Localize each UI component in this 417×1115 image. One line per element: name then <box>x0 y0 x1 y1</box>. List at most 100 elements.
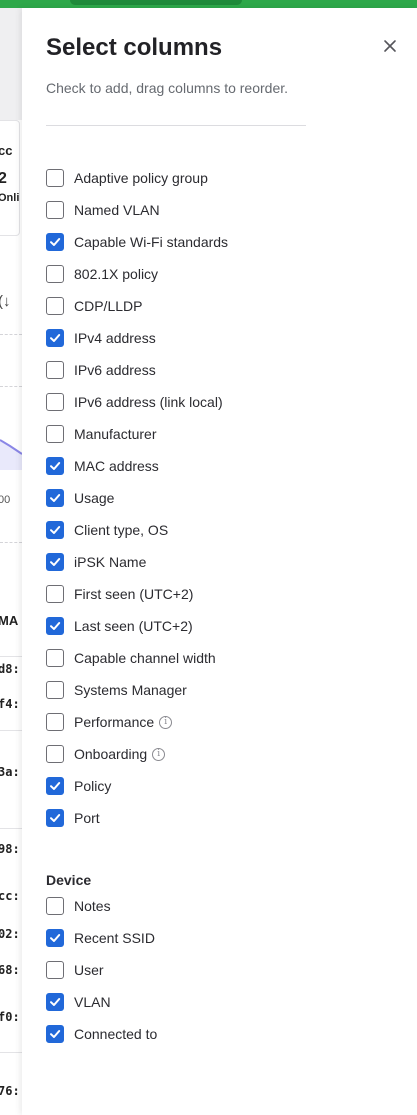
background-header-panel <box>0 8 22 120</box>
checkbox[interactable] <box>46 617 64 635</box>
checkbox[interactable] <box>46 169 64 187</box>
checkbox[interactable] <box>46 425 64 443</box>
column-option-policy[interactable]: Policy <box>46 775 111 797</box>
checkbox[interactable] <box>46 897 64 915</box>
checkbox[interactable] <box>46 1025 64 1043</box>
checkbox[interactable] <box>46 393 64 411</box>
background-table-border <box>0 730 22 731</box>
option-label: VLAN <box>74 994 111 1010</box>
checkbox[interactable] <box>46 553 64 571</box>
background-table-border <box>0 828 22 829</box>
option-label: Recent SSID <box>74 930 155 946</box>
option-label: Port <box>74 810 100 826</box>
column-option-adaptive-policy-group[interactable]: Adaptive policy group <box>46 167 208 189</box>
checkmark-icon <box>50 494 61 502</box>
background-gridline <box>0 334 22 335</box>
column-option-ipv6-address[interactable]: IPv6 address <box>46 359 156 381</box>
option-label: First seen (UTC+2) <box>74 586 194 602</box>
option-label: 802.1X policy <box>74 266 159 282</box>
checkbox[interactable] <box>46 809 64 827</box>
checkmark-icon <box>50 238 61 246</box>
checkbox[interactable] <box>46 929 64 947</box>
column-option-usage[interactable]: Usage <box>46 487 114 509</box>
background-table-border <box>0 656 22 657</box>
column-option-named-vlan[interactable]: Named VLAN <box>46 199 160 221</box>
checkbox[interactable] <box>46 457 64 475</box>
column-option-port[interactable]: Port <box>46 807 100 829</box>
info-icon[interactable]: i <box>159 715 173 729</box>
option-label: IPv6 address (link local) <box>74 394 223 410</box>
option-label: Capable channel width <box>74 650 216 666</box>
option-label: Systems Manager <box>74 682 187 698</box>
checkbox[interactable] <box>46 961 64 979</box>
checkbox[interactable] <box>46 993 64 1011</box>
column-option-systems-manager[interactable]: Systems Manager <box>46 679 187 701</box>
top-status-bar <box>0 0 417 8</box>
column-option-first-seen-utc-2[interactable]: First seen (UTC+2) <box>46 583 193 605</box>
background-text-fragment: 00 <box>0 494 11 506</box>
select-columns-drawer: Select columns Check to add, drag column… <box>22 8 417 1115</box>
column-option-ipv4-address[interactable]: IPv4 address <box>46 327 156 349</box>
option-label: User <box>74 962 104 978</box>
column-option-recent-ssid[interactable]: Recent SSID <box>46 927 155 949</box>
drawer-subtitle: Check to add, drag columns to reorder. <box>46 80 289 96</box>
option-label: MAC address <box>74 458 159 474</box>
option-label: Capable Wi-Fi standards <box>74 234 229 250</box>
checkmark-icon <box>50 934 61 942</box>
checkmark-icon <box>50 814 61 822</box>
background-text-fragment: MA <box>0 613 19 628</box>
background-text-fragment: Onli <box>0 192 20 204</box>
close-button[interactable] <box>382 38 398 54</box>
checkbox[interactable] <box>46 297 64 315</box>
checkbox[interactable] <box>46 201 64 219</box>
checkbox[interactable] <box>46 265 64 283</box>
checkbox[interactable] <box>46 713 64 731</box>
checkbox[interactable] <box>46 361 64 379</box>
column-option-notes[interactable]: Notes <box>46 895 111 917</box>
column-option-onboarding[interactable]: Onboarding i <box>46 743 166 765</box>
column-option-cdp-lldp[interactable]: CDP/LLDP <box>46 295 142 317</box>
column-option-client-type-os[interactable]: Client type, OS <box>46 519 168 541</box>
background-text-fragment: 02: <box>0 927 20 941</box>
column-option-last-seen-utc-2[interactable]: Last seen (UTC+2) <box>46 615 193 637</box>
info-icon[interactable]: i <box>152 747 166 761</box>
background-text-fragment: 3a: <box>0 765 20 779</box>
checkbox[interactable] <box>46 329 64 347</box>
checkmark-icon <box>50 462 61 470</box>
column-option-802-1x-policy[interactable]: 802.1X policy <box>46 263 158 285</box>
background-text-fragment: 2 <box>0 170 7 187</box>
checkbox[interactable] <box>46 521 64 539</box>
option-label: Named VLAN <box>74 202 160 218</box>
background-gridline <box>0 386 22 387</box>
column-option-capable-channel-width[interactable]: Capable channel width <box>46 647 216 669</box>
column-option-ipv6-address-link-local[interactable]: IPv6 address (link local) <box>46 391 223 413</box>
column-option-user[interactable]: User <box>46 959 104 981</box>
column-option-connected-to[interactable]: Connected to <box>46 1023 157 1045</box>
background-text-fragment: 68: <box>0 963 20 977</box>
checkbox[interactable] <box>46 745 64 763</box>
option-label: Onboarding <box>74 746 148 762</box>
option-label: Notes <box>74 898 111 914</box>
background-text-fragment: d8: <box>0 662 20 676</box>
checkmark-icon <box>50 1030 61 1038</box>
checkbox[interactable] <box>46 585 64 603</box>
column-option-vlan[interactable]: VLAN <box>46 991 111 1013</box>
checkbox[interactable] <box>46 777 64 795</box>
checkmark-icon <box>50 998 61 1006</box>
column-option-ipsk-name[interactable]: iPSK Name <box>46 551 146 573</box>
checkbox[interactable] <box>46 489 64 507</box>
option-label: IPv6 address <box>74 362 156 378</box>
column-option-manufacturer[interactable]: Manufacturer <box>46 423 156 445</box>
checkbox[interactable] <box>46 649 64 667</box>
column-option-performance[interactable]: Performance i <box>46 711 173 733</box>
checkmark-icon <box>50 334 61 342</box>
option-label: Last seen (UTC+2) <box>74 618 193 634</box>
checkbox[interactable] <box>46 681 64 699</box>
checkmark-icon <box>50 622 61 630</box>
checkbox[interactable] <box>46 233 64 251</box>
column-option-mac-address[interactable]: MAC address <box>46 455 159 477</box>
option-label: Policy <box>74 778 112 794</box>
device-section-heading: Device <box>46 872 92 888</box>
background-table-border <box>0 1052 22 1053</box>
column-option-capable-wi-fi-standards[interactable]: Capable Wi-Fi standards <box>46 231 228 253</box>
